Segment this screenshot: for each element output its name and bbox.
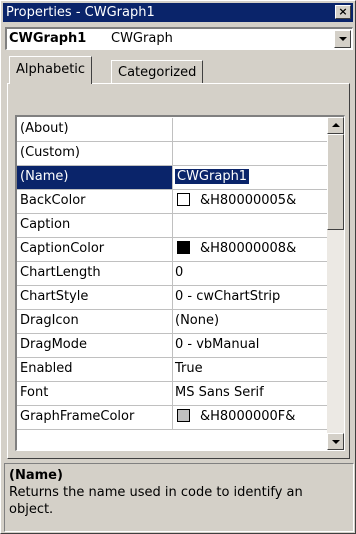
property-name: (About) [17, 118, 173, 141]
property-value[interactable] [173, 214, 327, 237]
window-title: Properties - CWGraph1 [6, 5, 155, 20]
property-row[interactable]: ChartLength 0 [17, 262, 327, 286]
property-value-text: MS Sans Serif [175, 385, 264, 400]
property-value-text: CWGraph1 [175, 169, 250, 184]
property-name: GraphFrameColor [17, 406, 173, 429]
object-selector[interactable]: CWGraph1 CWGraph [5, 27, 353, 50]
property-value-text: (None) [175, 313, 220, 328]
property-row[interactable]: Enabled True [17, 358, 327, 382]
property-row[interactable]: Font MS Sans Serif [17, 382, 327, 406]
property-name: DragIcon [17, 310, 173, 333]
property-value[interactable]: CWGraph1 [173, 166, 327, 189]
property-value[interactable]: 0 [173, 262, 327, 285]
property-value[interactable]: &H80000005& [173, 190, 327, 213]
property-row[interactable]: Caption [17, 214, 327, 238]
description-pane: (Name) Returns the name used in code to … [4, 463, 354, 532]
tab-alphabetic[interactable]: Alphabetic [9, 56, 93, 84]
vertical-scrollbar[interactable] [327, 117, 344, 450]
property-value[interactable] [173, 118, 327, 141]
property-value-text: True [175, 361, 203, 376]
property-name: Caption [17, 214, 173, 237]
property-row[interactable]: (About) [17, 118, 327, 142]
property-row[interactable]: (Name) CWGraph1 [17, 166, 327, 190]
property-name: CaptionColor [17, 238, 173, 261]
title-bar[interactable]: Properties - CWGraph1 × [3, 3, 353, 22]
property-value[interactable]: True [173, 358, 327, 381]
object-name: CWGraph1 [9, 31, 87, 46]
property-value[interactable]: 0 - vbManual [173, 334, 327, 357]
property-value-text: 0 - vbManual [175, 337, 260, 352]
property-row[interactable]: GraphFrameColor &H8000000F& [17, 406, 327, 430]
property-row[interactable]: ChartStyle 0 - cwChartStrip [17, 286, 327, 310]
color-swatch-icon [177, 241, 190, 254]
property-row[interactable]: DragMode 0 - vbManual [17, 334, 327, 358]
property-value-text: &H8000000F& [200, 409, 296, 424]
property-grid: (About) (Custom) (Name) CWGraph1 BackColor &H… [15, 115, 345, 451]
description-text: Returns the name used in code to identif… [9, 485, 303, 517]
properties-window: Properties - CWGraph1 × CWGraph1 CWGraph… [0, 0, 356, 534]
property-value[interactable]: 0 - cwChartStrip [173, 286, 327, 309]
description-title: (Name) [9, 468, 63, 483]
property-name: BackColor [17, 190, 173, 213]
property-value[interactable]: MS Sans Serif [173, 382, 327, 405]
object-type: CWGraph [111, 31, 173, 46]
property-value[interactable] [173, 142, 327, 165]
close-icon[interactable]: × [335, 5, 351, 19]
tab-categorized[interactable]: Categorized [111, 60, 204, 83]
property-value-text: &H80000005& [200, 193, 297, 208]
color-swatch-icon [177, 409, 190, 422]
property-value[interactable]: &H8000000F& [173, 406, 327, 429]
property-name: (Custom) [17, 142, 173, 165]
property-value[interactable]: (None) [173, 310, 327, 333]
property-name: DragMode [17, 334, 173, 357]
property-name: Font [17, 382, 173, 405]
property-row[interactable]: BackColor &H80000005& [17, 190, 327, 214]
property-name: ChartLength [17, 262, 173, 285]
property-row[interactable]: (Custom) [17, 142, 327, 166]
property-name: (Name) [17, 166, 173, 189]
scroll-up-icon[interactable] [327, 117, 344, 134]
scroll-down-icon[interactable] [327, 433, 344, 450]
chevron-down-icon[interactable] [334, 30, 351, 48]
property-value-text: &H80000008& [200, 241, 297, 256]
property-name: Enabled [17, 358, 173, 381]
property-name: ChartStyle [17, 286, 173, 309]
color-swatch-icon [177, 193, 190, 206]
property-value-text: 0 [175, 265, 184, 280]
property-value[interactable]: &H80000008& [173, 238, 327, 261]
property-row[interactable]: DragIcon (None) [17, 310, 327, 334]
property-value-text: 0 - cwChartStrip [175, 289, 281, 304]
scroll-thumb[interactable] [327, 134, 344, 230]
property-row[interactable]: CaptionColor &H80000008& [17, 238, 327, 262]
